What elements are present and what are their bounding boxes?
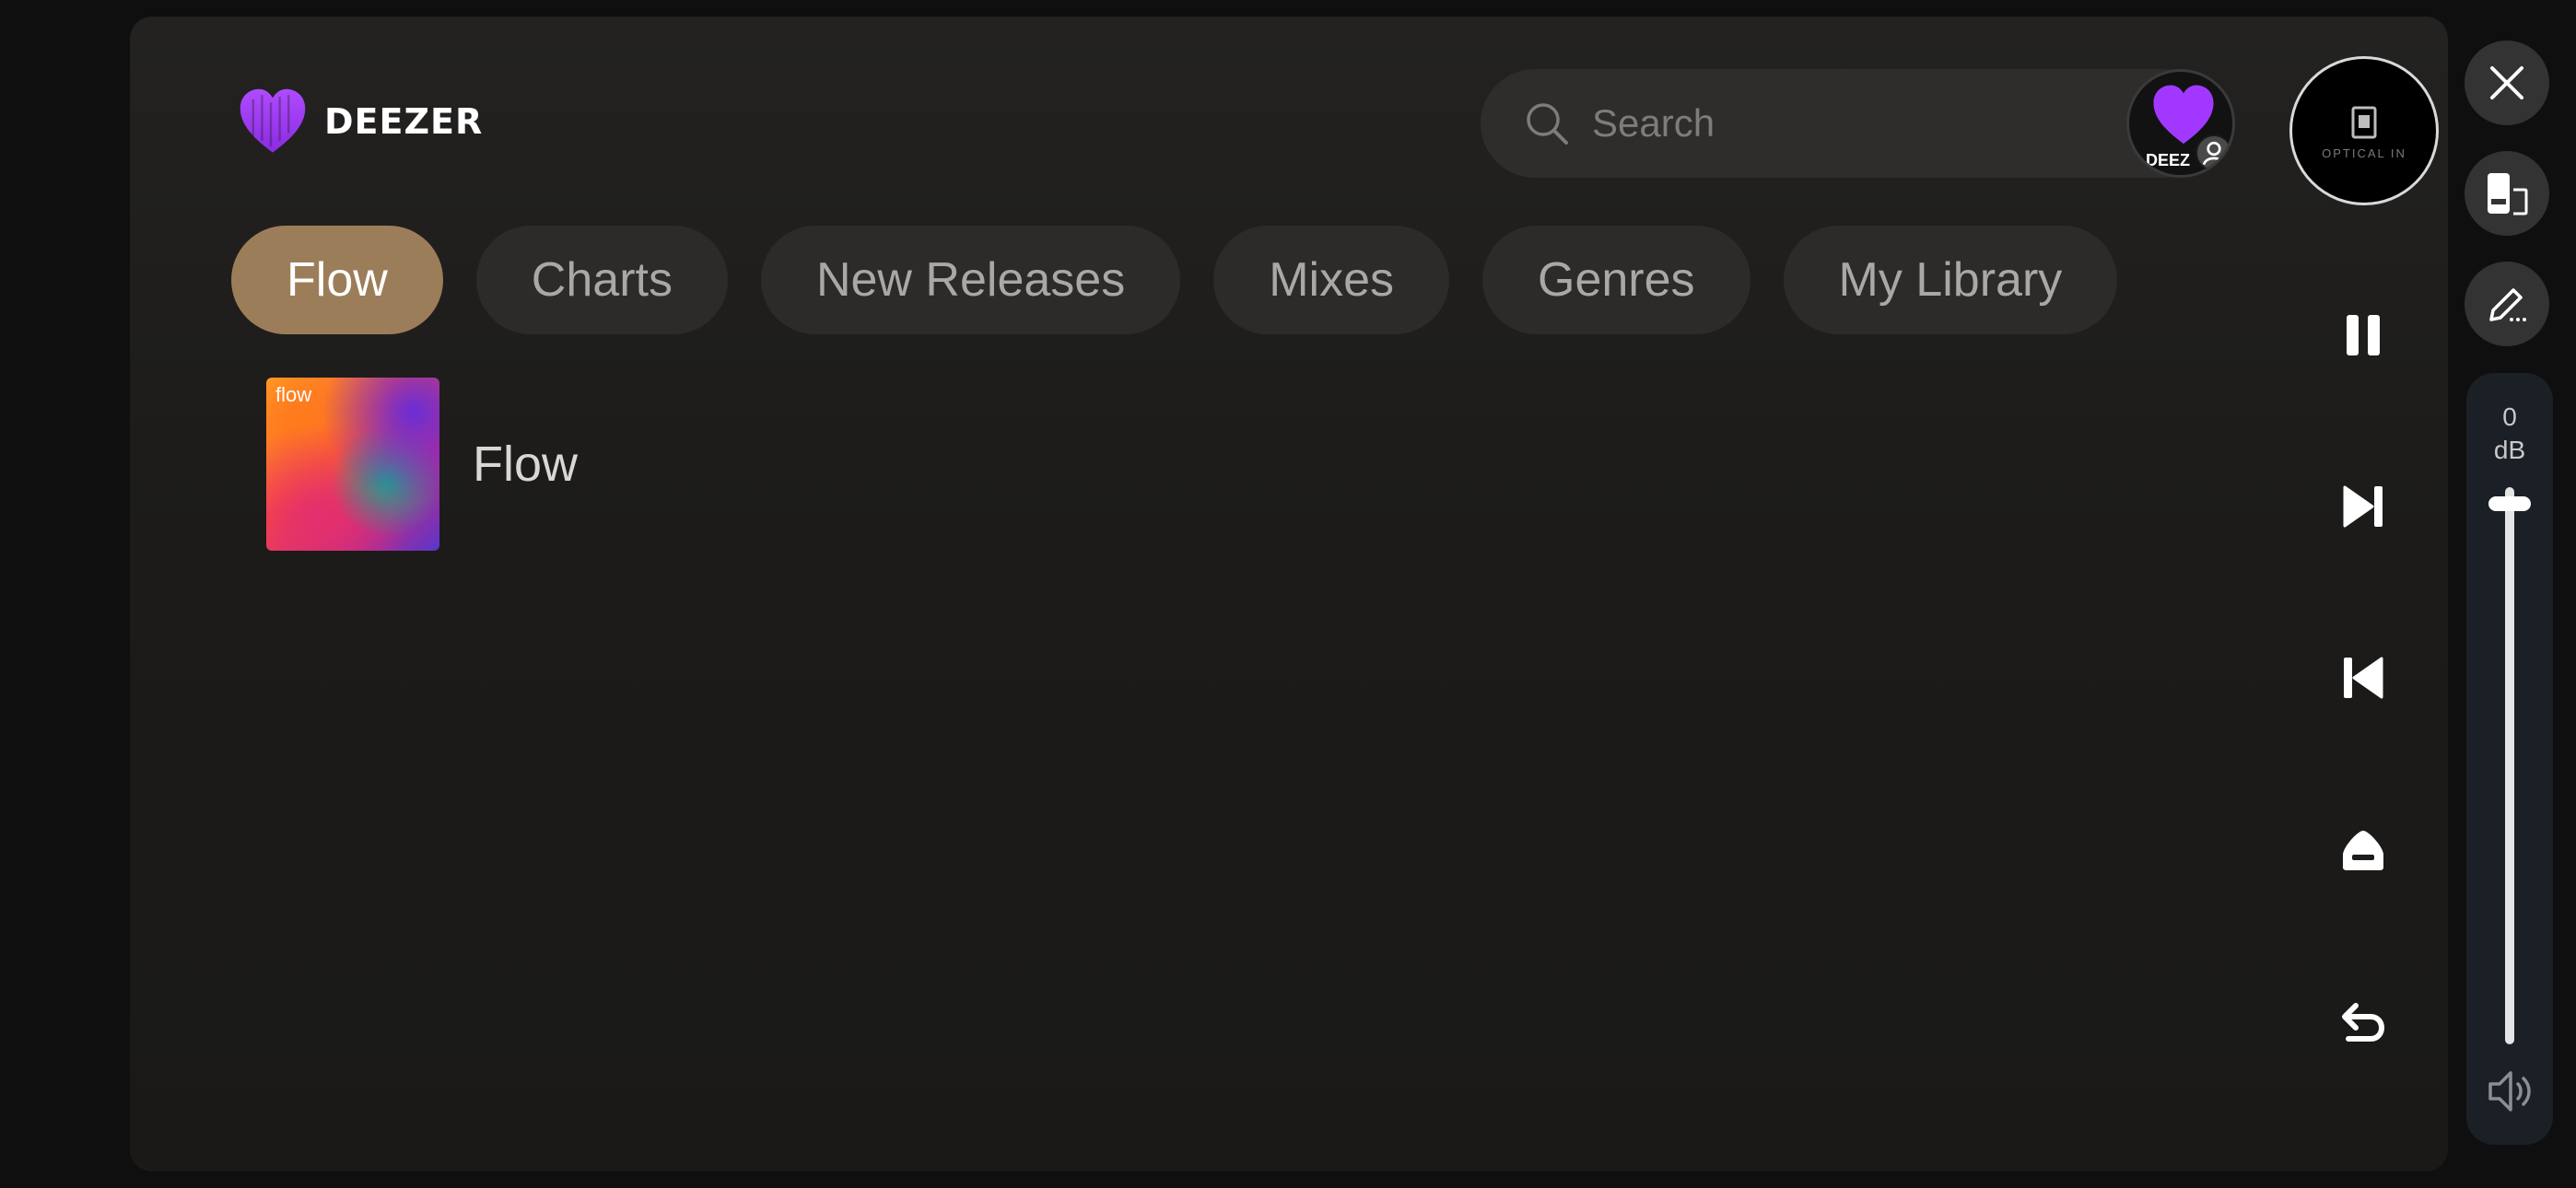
list-item-title: Flow (473, 437, 579, 492)
volume-thumb[interactable] (2488, 496, 2531, 512)
eject-button[interactable] (2324, 811, 2402, 889)
switch-device-button[interactable] (2465, 151, 2549, 236)
switch-device-icon (2488, 173, 2528, 215)
previous-track-button[interactable] (2324, 639, 2402, 716)
category-tabs: Flow Charts New Releases Mixes Genres My… (231, 226, 2118, 334)
close-icon (2490, 66, 2523, 99)
pause-icon (2347, 315, 2380, 355)
edit-icon (2489, 288, 2526, 321)
tab-flow[interactable]: Flow (231, 226, 443, 334)
app-panel (130, 17, 2448, 1171)
cover-text: flow (275, 383, 312, 406)
back-icon (2342, 1003, 2385, 1042)
close-button[interactable] (2465, 41, 2549, 125)
previous-track-icon (2344, 657, 2383, 699)
back-button[interactable] (2324, 984, 2402, 1061)
tab-charts[interactable]: Charts (475, 226, 728, 334)
search-icon (1527, 103, 1568, 145)
next-track-icon (2343, 485, 2383, 528)
search-bar[interactable]: Search (1481, 69, 2218, 178)
input-source-button[interactable]: OPTICAL IN (2289, 56, 2439, 205)
volume-unit: dB (2493, 436, 2526, 464)
brand-name: DEEZER (324, 101, 484, 142)
user-icon (2195, 134, 2232, 171)
volume-track[interactable] (2505, 487, 2514, 1044)
pause-button[interactable] (2324, 297, 2402, 374)
volume-slider[interactable]: 0 dB (2466, 373, 2553, 1145)
eject-icon (2343, 831, 2383, 870)
edit-button[interactable] (2465, 262, 2549, 346)
volume-value: 0 (2502, 402, 2517, 431)
input-source-label: OPTICAL IN (2322, 146, 2406, 160)
next-track-button[interactable] (2324, 468, 2402, 545)
profile-avatar[interactable]: DEEZ (2126, 69, 2235, 178)
tab-new-releases[interactable]: New Releases (760, 226, 1181, 334)
flow-cover-art: flow (266, 378, 439, 551)
tab-genres[interactable]: Genres (1482, 226, 1751, 334)
tab-my-library[interactable]: My Library (1783, 226, 2118, 334)
profile-label: DEEZ (2146, 151, 2191, 169)
optical-input-icon (2351, 106, 2377, 138)
tab-mixes[interactable]: Mixes (1213, 226, 1450, 334)
deezer-logo: DEEZER (236, 85, 483, 158)
list-item-flow[interactable]: flow Flow (266, 378, 578, 551)
speaker-icon[interactable] (2485, 1066, 2536, 1117)
search-input[interactable]: Search (1592, 101, 1715, 146)
deezer-heart-icon (240, 88, 306, 153)
